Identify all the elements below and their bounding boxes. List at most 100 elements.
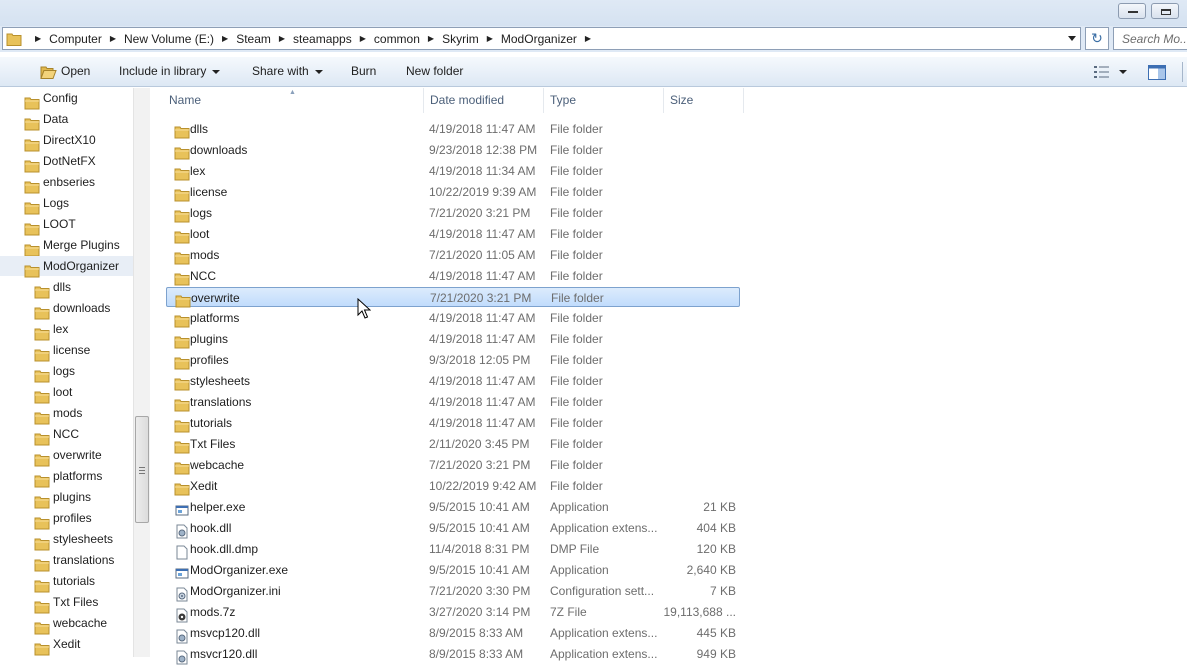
nav-item-merge-plugins[interactable]: Merge Plugins <box>0 235 133 257</box>
nav-item-profiles[interactable]: profiles <box>0 508 133 530</box>
nav-item-txt-files[interactable]: Txt Files <box>0 592 133 614</box>
breadcrumb-separator-icon[interactable]: ▶ <box>352 34 374 43</box>
nav-item-data[interactable]: Data <box>0 109 133 131</box>
nav-item-license[interactable]: license <box>0 340 133 362</box>
table-row[interactable]: msvcp120.dll 8/9/2015 8:33 AM Application … <box>166 623 740 644</box>
nav-item-ncc[interactable]: NCC <box>0 424 133 446</box>
table-row[interactable]: loot 4/19/2018 11:47 AM File folder <box>166 224 740 244</box>
table-row[interactable]: mods 7/21/2020 11:05 AM File folder <box>166 245 740 265</box>
nav-item-xedit[interactable]: Xedit <box>0 634 133 656</box>
nav-item-webcache[interactable]: webcache <box>0 613 133 635</box>
nav-item-lex[interactable]: lex <box>0 319 133 341</box>
column-header-date[interactable]: Date modified <box>424 88 544 113</box>
column-date-label: Date modified <box>430 93 505 107</box>
table-row[interactable]: Xedit 10/22/2019 9:42 AM File folder <box>166 476 740 496</box>
column-header-type[interactable]: Type <box>544 88 664 113</box>
breadcrumb-skyrim[interactable]: Skyrim <box>442 32 479 46</box>
burn-button[interactable]: Burn <box>351 64 376 81</box>
column-type-label: Type <box>550 93 577 107</box>
restore-button[interactable] <box>1151 3 1179 19</box>
nav-item-label: ModOrganizer <box>43 259 120 273</box>
open-button[interactable]: Open <box>61 64 90 81</box>
navigation-scrollbar[interactable] <box>133 88 150 657</box>
breadcrumb-modorganizer[interactable]: ModOrganizer <box>501 32 577 46</box>
breadcrumb-separator-icon[interactable]: ▶ <box>27 34 49 43</box>
file-date-modified: 8/9/2015 8:33 AM <box>429 647 524 661</box>
file-name: Txt Files <box>190 437 236 451</box>
table-row[interactable]: profiles 9/3/2018 12:05 PM File folder <box>166 350 740 370</box>
table-row[interactable]: dlls 4/19/2018 11:47 AM File folder <box>166 119 740 139</box>
breadcrumb-separator-icon[interactable]: ▶ <box>102 34 124 43</box>
preview-pane-icon[interactable] <box>1148 65 1166 80</box>
nav-item-loot[interactable]: loot <box>0 382 133 404</box>
table-row[interactable]: translations 4/19/2018 11:47 AM File folde… <box>166 392 740 412</box>
breadcrumb-separator-icon[interactable]: ▶ <box>420 34 442 43</box>
table-row[interactable]: hook.dll 9/5/2015 10:41 AM Application ext… <box>166 518 740 539</box>
breadcrumb-separator-icon[interactable]: ▶ <box>479 34 501 43</box>
nav-item-directx10[interactable]: DirectX10 <box>0 130 133 152</box>
nav-item-tutorials[interactable]: tutorials <box>0 571 133 593</box>
table-row[interactable]: mods.7z 3/27/2020 3:14 PM 7Z File 19,113,68… <box>166 602 740 623</box>
search-input[interactable] <box>1114 28 1187 49</box>
view-options-icon[interactable] <box>1094 66 1110 78</box>
scrollbar-thumb[interactable] <box>135 416 149 523</box>
nav-item-label: Merge Plugins <box>43 238 120 252</box>
table-row[interactable]: plugins 4/19/2018 11:47 AM File folder <box>166 329 740 349</box>
nav-item-downloads[interactable]: downloads <box>0 298 133 320</box>
nav-item-mods[interactable]: mods <box>0 403 133 425</box>
nav-item-plugins[interactable]: plugins <box>0 487 133 509</box>
breadcrumb-separator-icon[interactable]: ▶ <box>577 34 599 43</box>
nav-item-overwrite[interactable]: overwrite <box>0 445 133 467</box>
table-row-selected[interactable]: overwrite 7/21/2020 3:21 PM File folder <box>166 287 740 308</box>
nav-item-translations[interactable]: translations <box>0 550 133 572</box>
table-row[interactable]: hook.dll.dmp 11/4/2018 8:31 PM DMP File 120… <box>166 539 740 560</box>
table-row[interactable]: platforms 4/19/2018 11:47 AM File folder <box>166 308 740 328</box>
table-row[interactable]: lex 4/19/2018 11:34 AM File folder <box>166 161 740 181</box>
breadcrumb-computer[interactable]: Computer <box>49 32 102 46</box>
breadcrumb-separator-icon[interactable]: ▶ <box>214 34 236 43</box>
file-name: downloads <box>190 143 248 157</box>
table-row[interactable]: tutorials 4/19/2018 11:47 AM File folder <box>166 413 740 433</box>
nav-item-platforms[interactable]: platforms <box>0 466 133 488</box>
minimize-button[interactable] <box>1118 3 1146 19</box>
file-date-modified: 9/5/2015 10:41 AM <box>429 500 530 514</box>
breadcrumb-steam[interactable]: Steam <box>236 32 271 46</box>
file-name: webcache <box>190 458 245 472</box>
new-folder-button[interactable]: New folder <box>406 64 463 81</box>
nav-item-config[interactable]: Config <box>0 88 133 110</box>
address-bar[interactable]: ▶ Computer ▶ New Volume (E:) ▶ Steam ▶ steamapp… <box>2 27 1081 50</box>
breadcrumb-new-volume-e[interactable]: New Volume (E:) <box>124 32 214 46</box>
table-row[interactable]: Txt Files 2/11/2020 3:45 PM File folder <box>166 434 740 454</box>
column-header-size[interactable]: Size <box>664 88 744 113</box>
breadcrumb-separator-icon[interactable]: ▶ <box>271 34 293 43</box>
view-dropdown-icon[interactable] <box>1119 70 1127 74</box>
nav-item-logs[interactable]: logs <box>0 361 133 383</box>
file-name: Xedit <box>190 479 218 493</box>
nav-item-stylesheets[interactable]: stylesheets <box>0 529 133 551</box>
table-row[interactable]: msvcr120.dll 8/9/2015 8:33 AM Application … <box>166 644 740 665</box>
nav-item-logs[interactable]: Logs <box>0 193 133 215</box>
nav-item-dotnetfx[interactable]: DotNetFX <box>0 151 133 173</box>
table-row[interactable]: ModOrganizer.exe 9/5/2015 10:41 AM Applica… <box>166 560 740 580</box>
nav-item-loot[interactable]: LOOT <box>0 214 133 236</box>
nav-item-modorganizer[interactable]: ModOrganizer <box>0 256 133 278</box>
file-type: Configuration sett... <box>550 584 655 598</box>
table-row[interactable]: webcache 7/21/2020 3:21 PM File folder <box>166 455 740 475</box>
include-in-library-button[interactable]: Include in library <box>119 64 221 81</box>
nav-item-dlls[interactable]: dlls <box>0 277 133 299</box>
nav-item-enbseries[interactable]: enbseries <box>0 172 133 194</box>
refresh-button[interactable]: ↻ <box>1085 27 1109 50</box>
table-row[interactable]: ModOrganizer.ini 7/21/2020 3:30 PM Configu… <box>166 581 740 602</box>
open-folder-icon <box>40 66 57 79</box>
table-row[interactable]: NCC 4/19/2018 11:47 AM File folder <box>166 266 740 286</box>
table-row[interactable]: logs 7/21/2020 3:21 PM File folder <box>166 203 740 223</box>
breadcrumb-steamapps[interactable]: steamapps <box>293 32 352 46</box>
share-with-button[interactable]: Share with <box>252 64 323 81</box>
table-row[interactable]: downloads 9/23/2018 12:38 PM File folder <box>166 140 740 160</box>
table-row[interactable]: helper.exe 9/5/2015 10:41 AM Application 21… <box>166 497 740 517</box>
breadcrumb-common[interactable]: common <box>374 32 420 46</box>
column-headers: Name ▲ Date modified Type Size <box>150 88 1187 113</box>
address-history-dropdown[interactable] <box>1068 36 1076 41</box>
table-row[interactable]: stylesheets 4/19/2018 11:47 AM File folder <box>166 371 740 391</box>
table-row[interactable]: license 10/22/2019 9:39 AM File folder <box>166 182 740 202</box>
